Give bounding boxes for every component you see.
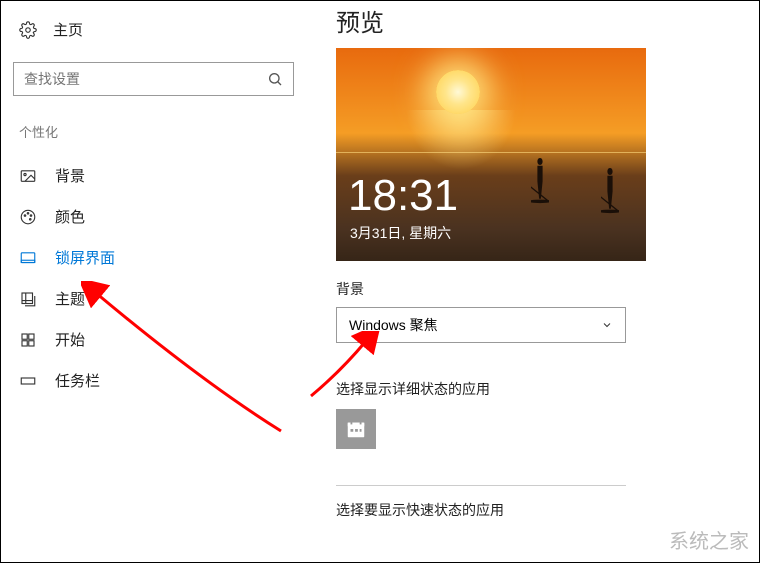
preview-horizon xyxy=(336,152,646,153)
theme-icon xyxy=(19,290,37,308)
chevron-down-icon xyxy=(601,319,613,331)
gear-icon xyxy=(19,21,37,39)
palette-icon xyxy=(19,208,37,226)
background-label: 背景 xyxy=(336,279,759,299)
sidebar-item-taskbar[interactable]: 任务栏 xyxy=(1,360,306,401)
preview-date: 3月31日, 星期六 xyxy=(350,223,451,243)
section-title: 个性化 xyxy=(19,122,306,141)
preview-sunreflection xyxy=(406,110,516,170)
taskbar-icon xyxy=(19,372,37,390)
sidebar-item-start[interactable]: 开始 xyxy=(1,319,306,360)
sidebar-item-themes[interactable]: 主题 xyxy=(1,278,306,319)
preview-sun xyxy=(436,70,480,114)
nav-label: 开始 xyxy=(55,329,85,350)
preview-figure-2 xyxy=(601,168,619,220)
search-icon xyxy=(267,71,283,87)
sidebar-home[interactable]: 主页 xyxy=(1,11,306,48)
nav-label: 颜色 xyxy=(55,206,85,227)
nav-label: 任务栏 xyxy=(55,370,100,391)
start-icon xyxy=(19,331,37,349)
search-input[interactable] xyxy=(24,71,267,87)
sidebar-item-lockscreen[interactable]: 锁屏界面 xyxy=(1,237,306,278)
detail-status-app-tile[interactable] xyxy=(336,409,376,449)
lockscreen-preview: 18:31 3月31日, 星期六 xyxy=(336,48,646,261)
calendar-icon xyxy=(345,418,367,440)
search-input-container[interactable] xyxy=(13,62,294,96)
sidebar-item-colors[interactable]: 颜色 xyxy=(1,196,306,237)
preview-time: 18:31 xyxy=(348,171,458,221)
background-dropdown[interactable]: Windows 聚焦 xyxy=(336,307,626,343)
sidebar-item-background[interactable]: 背景 xyxy=(1,155,306,196)
nav-label: 锁屏界面 xyxy=(55,247,115,268)
sidebar: 主页 个性化 背景 颜色 锁屏界面 主题 开始 任务栏 xyxy=(1,1,306,562)
lockscreen-icon xyxy=(19,249,37,267)
picture-icon xyxy=(19,167,37,185)
home-label: 主页 xyxy=(53,19,83,40)
main-content: 预览 18:31 3月31日, 星期六 背景 Windows 聚焦 选择显示详细… xyxy=(306,1,759,562)
detail-status-label: 选择显示详细状态的应用 xyxy=(336,379,759,399)
dropdown-value: Windows 聚焦 xyxy=(349,315,438,335)
nav-label: 主题 xyxy=(55,288,85,309)
quick-status-label: 选择要显示快速状态的应用 xyxy=(336,500,759,520)
preview-figure-1 xyxy=(531,158,549,210)
nav-label: 背景 xyxy=(55,165,85,186)
page-title: 预览 xyxy=(336,3,759,38)
divider xyxy=(336,485,626,486)
